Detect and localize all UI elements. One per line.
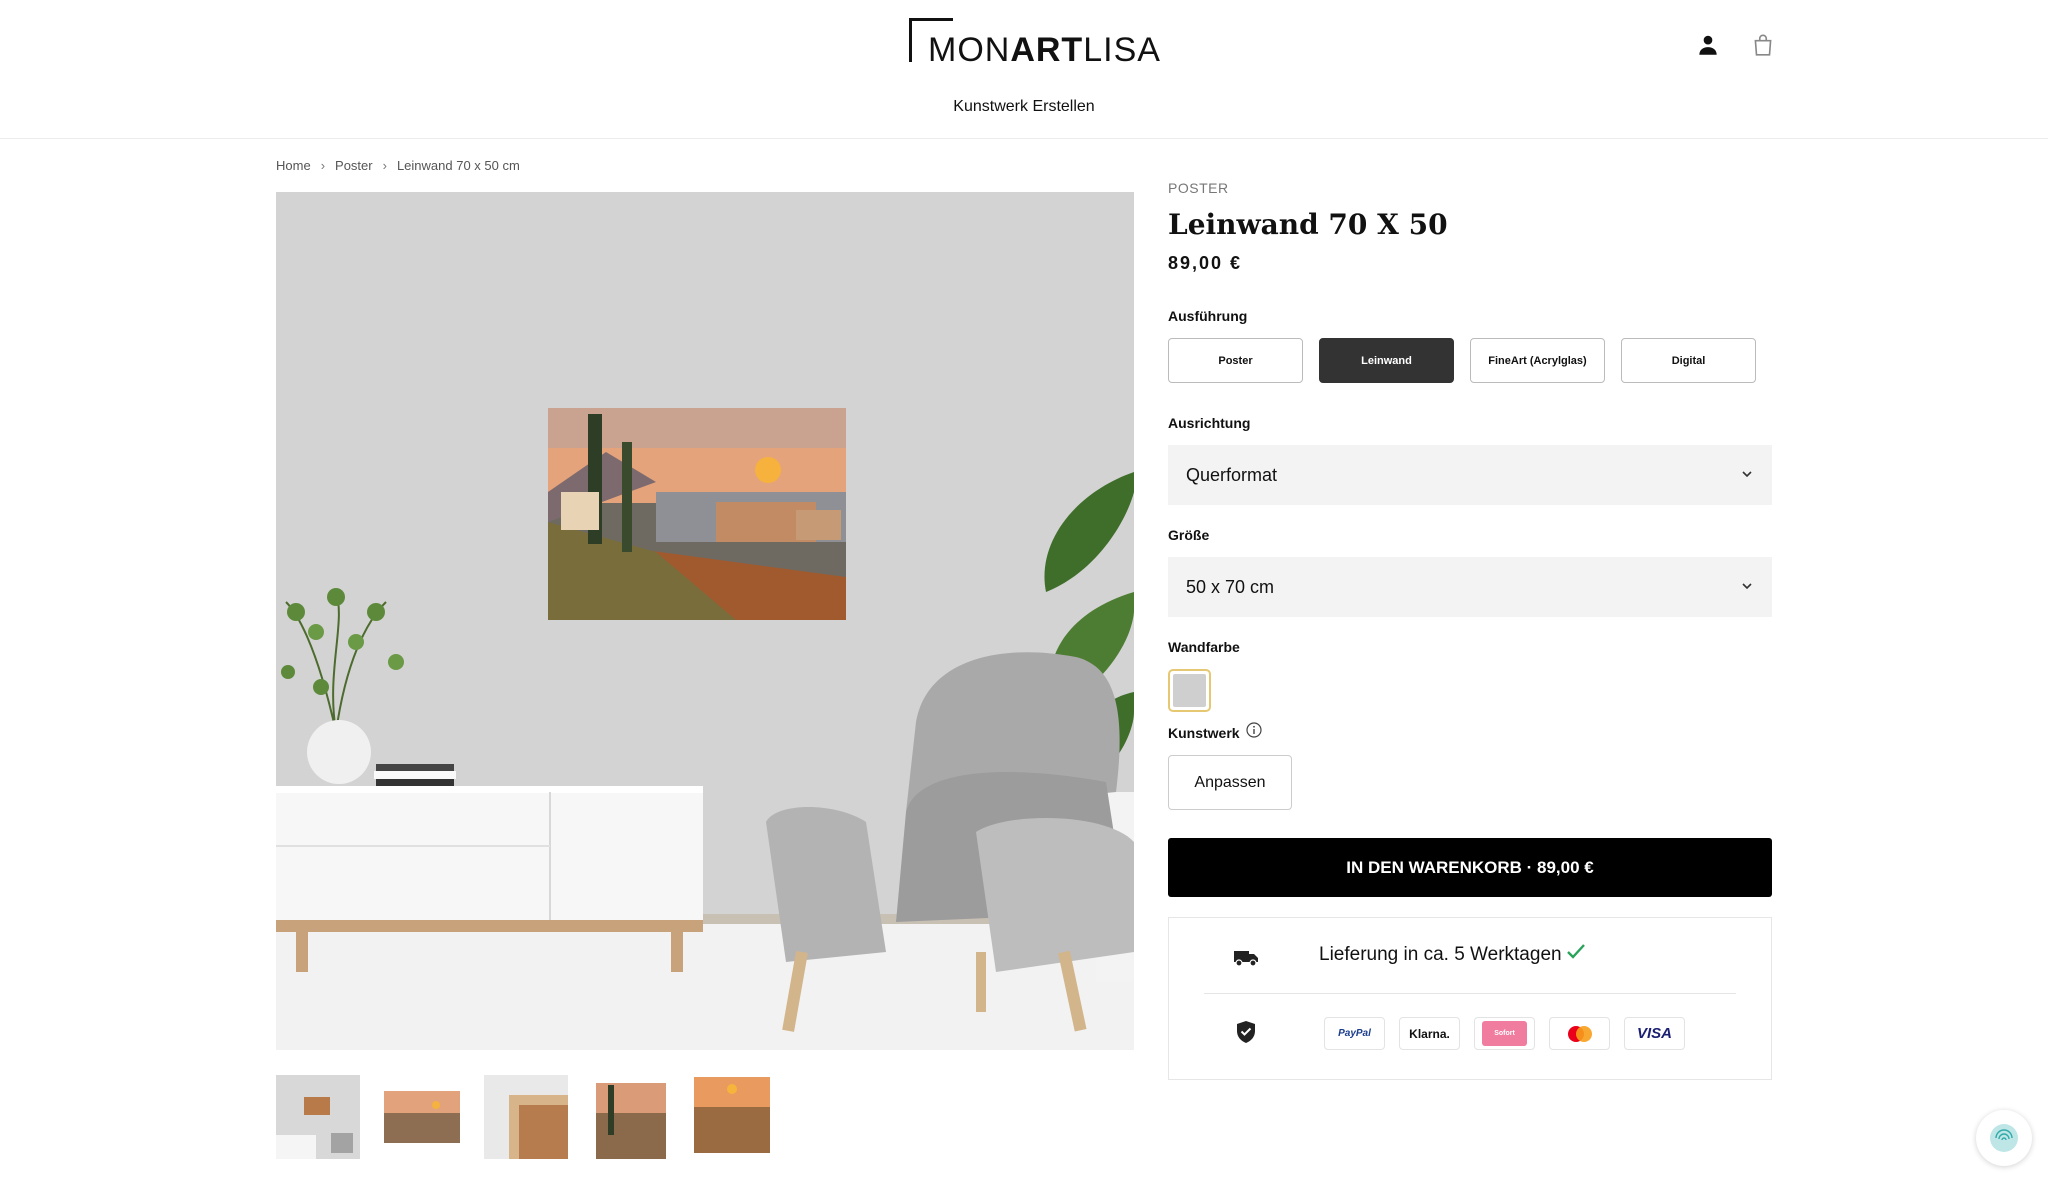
breadcrumb-home[interactable]: Home bbox=[276, 158, 311, 173]
site-header: MONARTLISA Kunstwerk Erstellen bbox=[0, 0, 2048, 139]
info-divider bbox=[1204, 993, 1736, 994]
kunstwerk-row: Kunstwerk bbox=[1168, 722, 1772, 743]
product-category: POSTER bbox=[1168, 180, 1229, 196]
thumbnail-frame-corner[interactable] bbox=[484, 1075, 568, 1159]
shield-icon bbox=[1235, 1020, 1257, 1049]
wandfarbe-label: Wandfarbe bbox=[1168, 639, 1240, 655]
bag-icon[interactable] bbox=[1750, 32, 1776, 58]
option-leinwand[interactable]: Leinwand bbox=[1319, 338, 1454, 383]
option-fineart[interactable]: FineArt (Acrylglas) bbox=[1470, 338, 1605, 383]
truck-icon bbox=[1233, 946, 1259, 973]
nav-kunstwerk-erstellen[interactable]: Kunstwerk Erstellen bbox=[0, 98, 2048, 116]
groesse-label: Größe bbox=[1168, 527, 1210, 543]
breadcrumb-current: Leinwand 70 x 50 cm bbox=[396, 158, 520, 173]
chevron-right-icon: › bbox=[382, 158, 387, 173]
klarna-logo: Klarna. bbox=[1399, 1017, 1460, 1050]
fingerprint-chat-button[interactable] bbox=[1976, 1110, 2032, 1166]
chevron-down-icon bbox=[1740, 577, 1754, 598]
groesse-select[interactable]: 50 x 70 cm bbox=[1168, 557, 1772, 617]
ausrichtung-value: Querformat bbox=[1186, 464, 1278, 485]
product-details: POSTER Leinwand 70 X 50 89,00 € Ausführu… bbox=[1168, 180, 1772, 1080]
kunstwerk-label: Kunstwerk bbox=[1168, 724, 1240, 741]
breadcrumb: Home › Poster › Leinwand 70 x 50 cm bbox=[276, 158, 520, 173]
chevron-down-icon bbox=[1740, 465, 1754, 486]
shipping-payment-box: Lieferung in ca. 5 Werktagen PayPal Klar… bbox=[1168, 917, 1772, 1080]
delivery-info: Lieferung in ca. 5 Werktagen bbox=[1319, 943, 1586, 967]
breadcrumb-poster[interactable]: Poster bbox=[335, 158, 373, 173]
site-logo[interactable]: MONARTLISA bbox=[909, 18, 1160, 69]
option-poster[interactable]: Poster bbox=[1168, 338, 1303, 383]
info-icon[interactable] bbox=[1245, 722, 1262, 743]
thumbnail-strip bbox=[276, 1075, 776, 1159]
swatch-color bbox=[1173, 674, 1206, 707]
delivery-text: Lieferung in ca. 5 Werktagen bbox=[1319, 944, 1562, 965]
option-digital[interactable]: Digital bbox=[1621, 338, 1756, 383]
thumbnail-room[interactable] bbox=[276, 1075, 360, 1159]
product-price: 89,00 € bbox=[1168, 253, 1243, 273]
mastercard-logo bbox=[1549, 1017, 1610, 1050]
add-to-cart-button[interactable]: IN DEN WARENKORB · 89,00 € bbox=[1168, 838, 1772, 897]
payment-methods: PayPal Klarna. Sofort VISA bbox=[1324, 1017, 1685, 1050]
ausfuehrung-label: Ausführung bbox=[1168, 308, 1248, 324]
user-icon[interactable] bbox=[1695, 32, 1721, 58]
wandfarbe-swatch[interactable] bbox=[1168, 669, 1211, 712]
ausrichtung-label: Ausrichtung bbox=[1168, 415, 1251, 431]
ausrichtung-select[interactable]: Querformat bbox=[1168, 445, 1772, 505]
chevron-right-icon: › bbox=[320, 158, 326, 173]
anpassen-button[interactable]: Anpassen bbox=[1168, 755, 1292, 810]
groesse-value: 50 x 70 cm bbox=[1186, 576, 1275, 597]
paypal-logo: PayPal bbox=[1324, 1017, 1385, 1050]
thumbnail-painting-front[interactable] bbox=[380, 1075, 464, 1159]
ausfuehrung-options: Poster Leinwand FineArt (Acrylglas) Digi… bbox=[1168, 338, 1772, 383]
thumbnail-painting-detail[interactable] bbox=[588, 1075, 672, 1159]
painting-artwork bbox=[548, 408, 846, 620]
logo-wordmark: MONARTLISA bbox=[928, 31, 1161, 69]
product-main-image[interactable] bbox=[276, 192, 1134, 1050]
sofort-logo: Sofort bbox=[1474, 1017, 1535, 1050]
checkmark-icon bbox=[1566, 943, 1586, 967]
product-title: Leinwand 70 X 50 bbox=[1168, 208, 1448, 241]
fingerprint-icon bbox=[1990, 1124, 2018, 1152]
thumbnail-painting-angle[interactable] bbox=[692, 1075, 776, 1159]
visa-logo: VISA bbox=[1624, 1017, 1685, 1050]
